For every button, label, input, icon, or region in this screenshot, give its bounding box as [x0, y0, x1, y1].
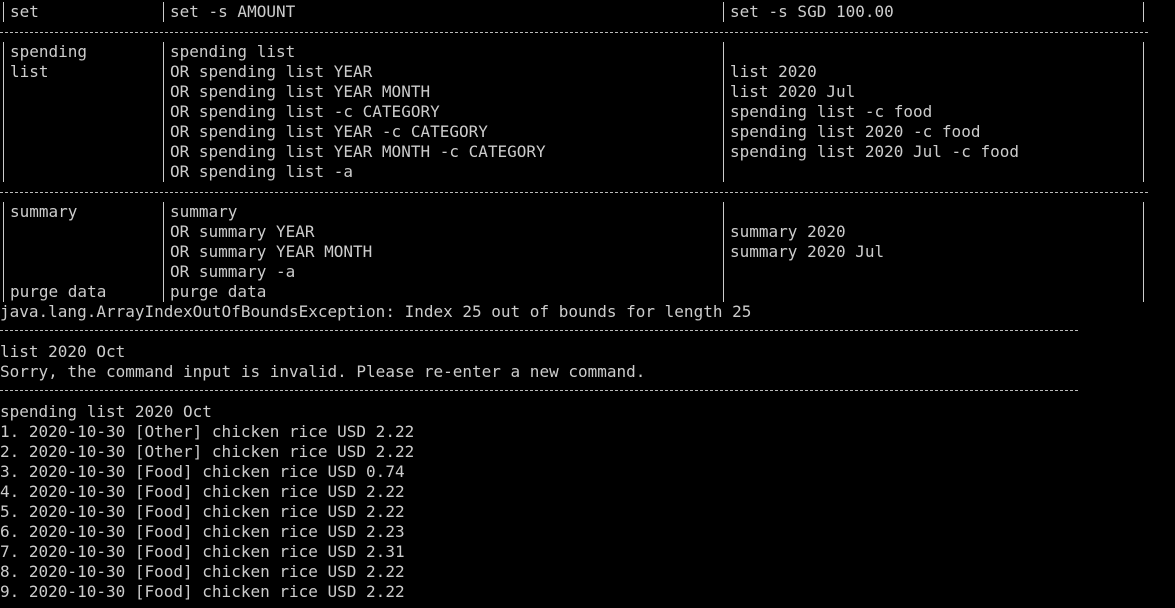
error-message: Sorry, the command input is invalid. Ple… — [0, 362, 646, 381]
list-item: 7. 2020-10-30 [Food] chicken rice USD 2.… — [0, 542, 405, 561]
cell-format: OR spending list YEAR MONTH — [170, 82, 431, 101]
table-row-summary: summary summary — [0, 202, 1175, 222]
table-row-spending: OR spending list -c CATEGORY spending li… — [0, 102, 1175, 122]
cell-format: OR spending list YEAR MONTH -c CATEGORY — [170, 142, 546, 161]
list-item: 1. 2020-10-30 [Other] chicken rice USD 2… — [0, 422, 415, 441]
table-row-spending: OR spending list -a — [0, 162, 1175, 182]
table-row-spending: spending spending list — [0, 42, 1175, 62]
table-row-spending: list OR spending list YEAR list 2020 — [0, 62, 1175, 82]
cell-example: spending list 2020 Jul -c food — [730, 142, 1019, 161]
cell-example: list 2020 Jul — [730, 82, 856, 101]
command-echo: list 2020 Oct — [0, 342, 126, 361]
cell-command: summary — [10, 202, 78, 221]
exception-message: java.lang.ArrayIndexOutOfBoundsException… — [0, 302, 752, 321]
command-echo: spending list 2020 Oct — [0, 402, 212, 421]
cell-example: list 2020 — [730, 62, 817, 81]
list-item: 9. 2020-10-30 [Food] chicken rice USD 2.… — [0, 582, 405, 601]
cell-example: summary 2020 Jul — [730, 242, 885, 261]
list-item: 3. 2020-10-30 [Food] chicken rice USD 0.… — [0, 462, 405, 481]
output-divider — [0, 390, 1078, 391]
cell-format: spending list — [170, 42, 296, 61]
list-item: 5. 2020-10-30 [Food] chicken rice USD 2.… — [0, 502, 405, 521]
table-divider — [0, 192, 1148, 193]
cell-example: spending list 2020 -c food — [730, 122, 981, 141]
list-item: 6. 2020-10-30 [Food] chicken rice USD 2.… — [0, 522, 405, 541]
cell-example: set -s SGD 100.00 — [730, 2, 894, 21]
cell-example: spending list -c food — [730, 102, 933, 121]
table-row-set: set set -s AMOUNT set -s SGD 100.00 — [0, 2, 1175, 22]
list-item: 8. 2020-10-30 [Food] chicken rice USD 2.… — [0, 562, 405, 581]
cell-command: list — [10, 62, 49, 81]
cell-format: set -s AMOUNT — [170, 2, 296, 21]
cell-command: spending — [10, 42, 88, 61]
cell-format: OR summary YEAR — [170, 222, 315, 241]
table-row-spending: OR spending list YEAR -c CATEGORY spendi… — [0, 122, 1175, 142]
table-row-summary: OR summary -a — [0, 262, 1175, 282]
cell-format: summary — [170, 202, 238, 221]
cell-command: purge data — [10, 282, 107, 301]
terminal-window[interactable]: set set -s AMOUNT set -s SGD 100.00 spen… — [0, 0, 1175, 608]
cell-command: set — [10, 2, 39, 21]
list-item: 4. 2020-10-30 [Food] chicken rice USD 2.… — [0, 482, 405, 501]
table-row-summary: OR summary YEAR MONTH summary 2020 Jul — [0, 242, 1175, 262]
list-item: 2. 2020-10-30 [Other] chicken rice USD 2… — [0, 442, 415, 461]
cell-format: OR summary YEAR MONTH — [170, 242, 373, 261]
table-divider — [0, 32, 1148, 33]
cell-format: OR summary -a — [170, 262, 296, 281]
output-divider — [0, 330, 1078, 331]
table-row-spending: OR spending list YEAR MONTH -c CATEGORY … — [0, 142, 1175, 162]
cell-format: purge data — [170, 282, 267, 301]
cell-format: OR spending list YEAR — [170, 62, 373, 81]
cell-format: OR spending list -a — [170, 162, 354, 181]
cell-format: OR spending list -c CATEGORY — [170, 102, 440, 121]
table-row-summary: OR summary YEAR summary 2020 — [0, 222, 1175, 242]
table-row-purge: purge data purge data — [0, 282, 1175, 302]
cell-format: OR spending list YEAR -c CATEGORY — [170, 122, 488, 141]
table-row-spending: OR spending list YEAR MONTH list 2020 Ju… — [0, 82, 1175, 102]
cell-example: summary 2020 — [730, 222, 846, 241]
